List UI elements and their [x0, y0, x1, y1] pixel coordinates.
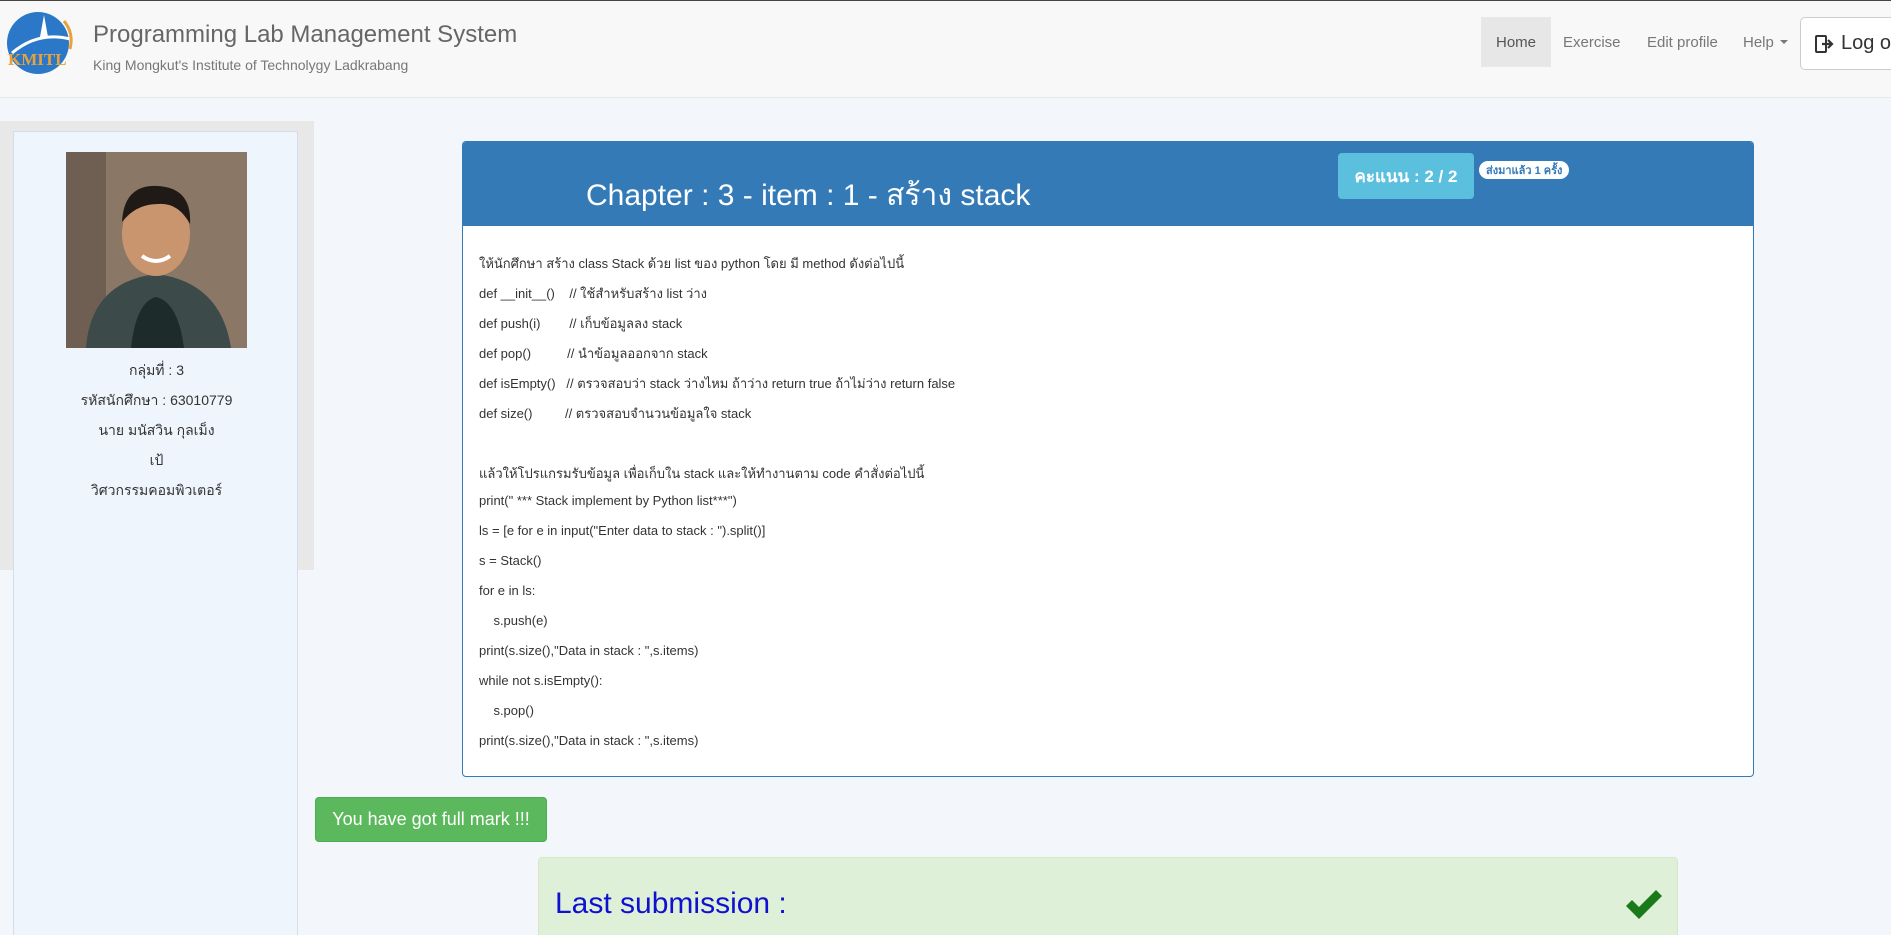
kmitl-logo[interactable]: KMITL [4, 9, 80, 77]
nav-help-label: Help [1743, 33, 1774, 51]
nav-edit-profile[interactable]: Edit profile [1632, 17, 1733, 67]
description-line: ให้นักศึกษา สร้าง class Stack ด้วย list … [479, 256, 905, 271]
nav-exercise-label: Exercise [1563, 33, 1621, 51]
svg-text:KMITL: KMITL [8, 50, 67, 69]
nav-home[interactable]: Home [1481, 17, 1552, 67]
logout-button[interactable]: Log ou [1800, 17, 1891, 70]
logout-label: Log ou [1841, 32, 1891, 54]
description-line: def size() // ตรวจสอบจำนวนข้อมูลใจ stack [479, 406, 752, 421]
logout-icon [1815, 34, 1834, 53]
app-subtitle: King Mongkut's Institute of Technolygy L… [93, 57, 409, 73]
navbar: KMITL Programming Lab Management System … [0, 0, 1891, 98]
app-title: Programming Lab Management System [93, 21, 518, 48]
description-line: print(s.size(),"Data in stack : ",s.item… [479, 643, 699, 658]
nav-help-dropdown[interactable]: Help [1728, 17, 1803, 67]
profile-name: นาย มนัสวิน กุลเม็ง [98, 422, 215, 438]
nav-home-label: Home [1496, 33, 1537, 51]
nav-edit-profile-label: Edit profile [1647, 33, 1718, 51]
description-line: while not s.isEmpty(): [479, 673, 603, 688]
full-mark-button[interactable]: You have got full mark !!! [315, 797, 547, 842]
profile-group: กลุ่มที่ : 3 [129, 362, 184, 378]
description-line: def __init__() // ใช้สำหรับสร้าง list ว่… [479, 286, 707, 301]
last-submission-panel: Last submission : [538, 857, 1678, 935]
description-line: def push(i) // เก็บข้อมูลลง stack [479, 316, 683, 331]
caret-down-icon [1779, 40, 1788, 44]
profile-photo [66, 152, 247, 348]
exercise-panel: Chapter : 3 - item : 1 - สร้าง stack คะแ… [462, 141, 1754, 777]
description-line: ls = [e for e in input("Enter data to st… [479, 523, 766, 538]
check-icon [1626, 890, 1662, 919]
description-line: s.push(e) [479, 613, 548, 628]
description-line: s.pop() [479, 703, 534, 718]
score-badge: คะแนน : 2 / 2 [1338, 153, 1474, 199]
profile-student-id: รหัสนักศึกษา : 63010779 [80, 392, 233, 408]
description-line: แล้วให้โปรแกรมรับข้อมูล เพื่อเก็บใน stac… [479, 466, 925, 481]
nav-exercise[interactable]: Exercise [1548, 17, 1636, 67]
profile-faculty: วิศวกรรมคอมพิวเตอร์ [90, 482, 223, 498]
description-line: def pop() // นำข้อมูลออกจาก stack [479, 346, 708, 361]
profile-nickname: เป้ [149, 452, 164, 468]
profile-sidebar: กลุ่มที่ : 3 รหัสนักศึกษา : 63010779 นาย… [13, 131, 298, 935]
description-line: def isEmpty() // ตรวจสอบว่า stack ว่างไห… [479, 376, 956, 391]
exercise-title: Chapter : 3 - item : 1 - สร้าง stack [586, 179, 1031, 212]
exercise-panel-header: Chapter : 3 - item : 1 - สร้าง stack คะแ… [463, 142, 1753, 226]
submission-count-badge: ส่งมาแล้ว 1 ครั้ง [1479, 161, 1570, 179]
description-line: print(" *** Stack implement by Python li… [479, 493, 737, 508]
description-line: for e in ls: [479, 583, 536, 598]
description-line: print(s.size(),"Data in stack : ",s.item… [479, 733, 699, 748]
description-line: s = Stack() [479, 553, 542, 568]
last-submission-title: Last submission : [555, 887, 787, 920]
